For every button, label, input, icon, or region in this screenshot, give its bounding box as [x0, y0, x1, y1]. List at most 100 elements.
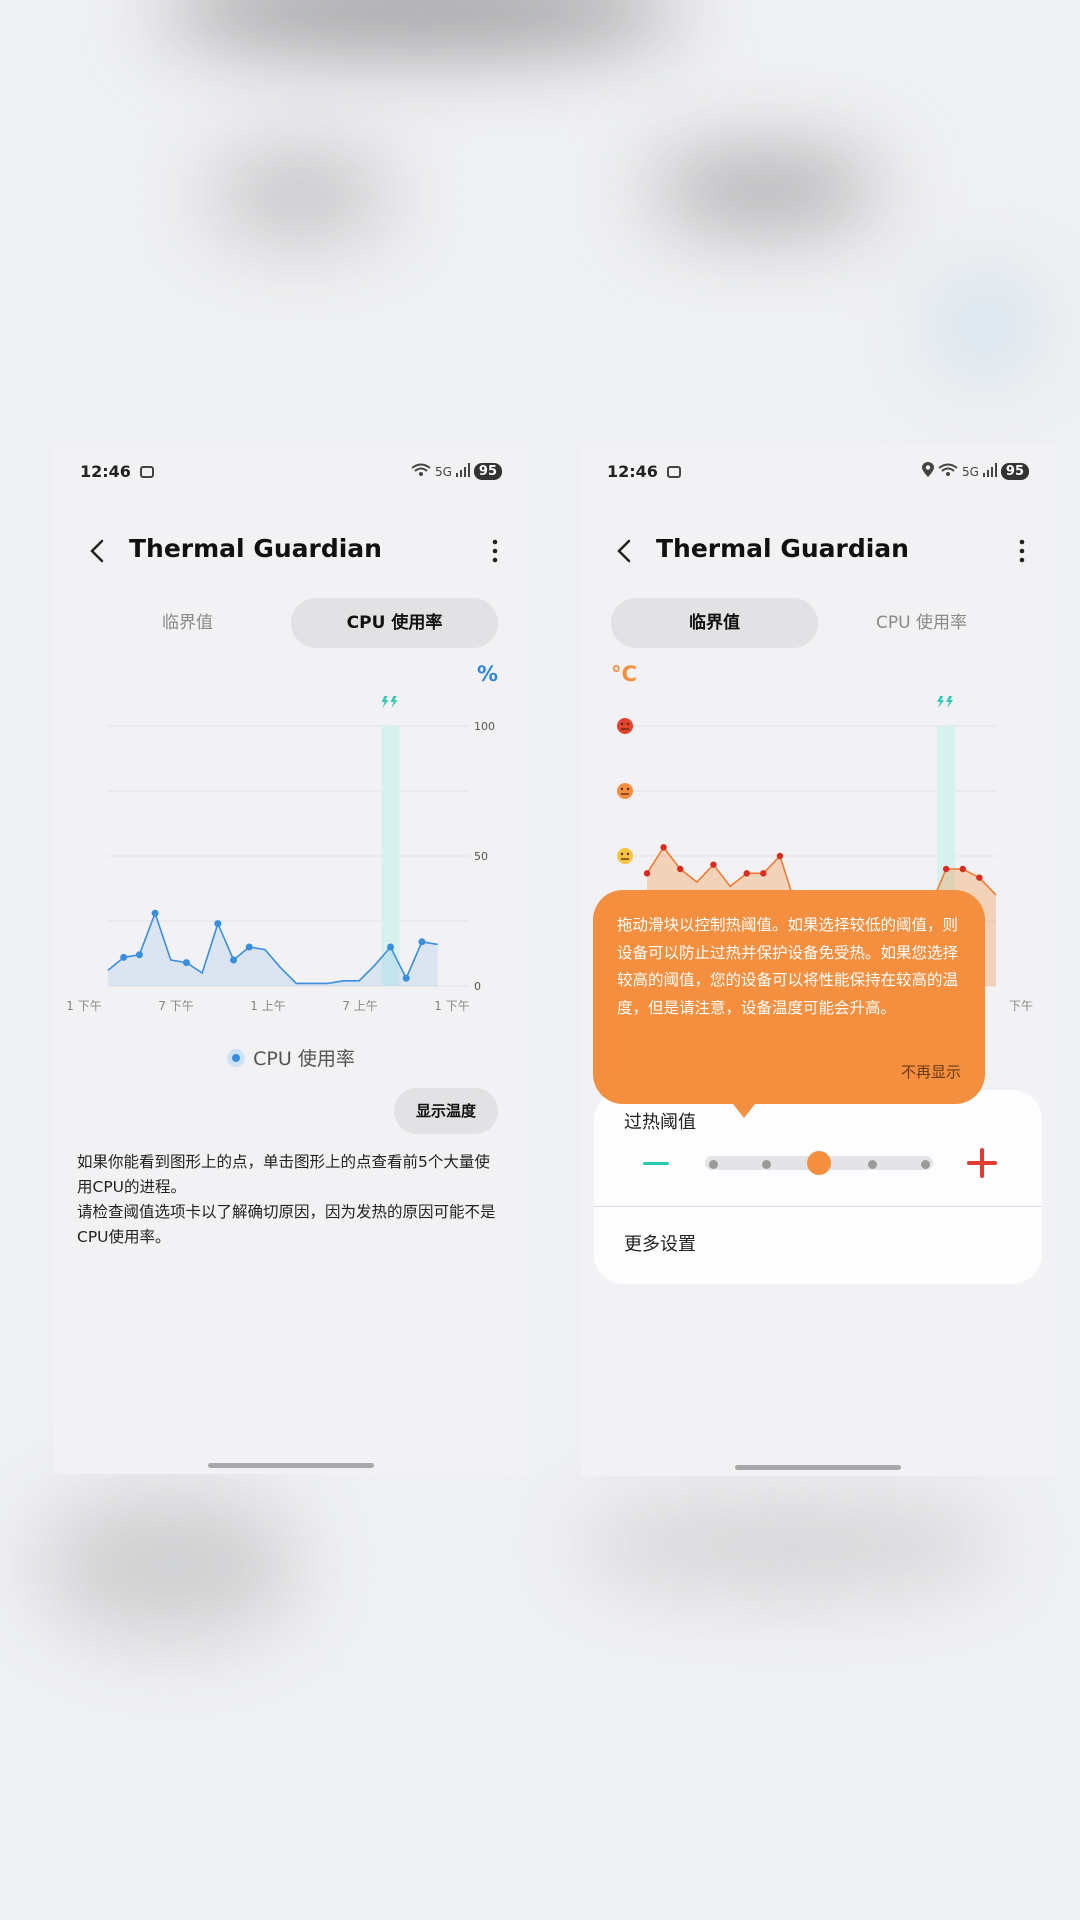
- divider: [594, 1206, 1042, 1207]
- y-tick-label: 0: [474, 980, 481, 993]
- slider-step: [921, 1160, 930, 1169]
- data-point: [776, 852, 784, 860]
- data-point: [214, 920, 222, 928]
- data-point: [182, 959, 190, 967]
- cpu-usage-chart[interactable]: 100 50 0 1 下午 7 下午 1 上午 7 上午 1 下午: [54, 696, 528, 1026]
- data-point: [643, 870, 651, 877]
- screenshot-icon: [667, 466, 681, 478]
- status-bar: 12:46 5G 95: [80, 460, 502, 490]
- location-icon: [921, 462, 934, 481]
- hot-face-icon: [617, 718, 633, 734]
- x-tick-label: 7 下午: [158, 999, 193, 1013]
- tab-cpu-usage[interactable]: CPU 使用率: [291, 598, 498, 648]
- app-bar: Thermal Guardian: [54, 526, 528, 576]
- threshold-slider[interactable]: [705, 1151, 933, 1175]
- tab-threshold[interactable]: 临界值: [611, 598, 818, 648]
- decrease-threshold-button[interactable]: [643, 1162, 669, 1165]
- description-line: 请检查阈值选项卡以了解确切原因，因为发热的原因可能不是CPU使用率。: [77, 1203, 496, 1246]
- spark-icon: [390, 696, 398, 708]
- chart-unit: °C: [611, 662, 637, 686]
- x-tick-label: 下午: [1009, 999, 1033, 1013]
- data-point: [942, 865, 950, 873]
- data-point: [135, 951, 143, 959]
- screenshot-icon: [140, 466, 154, 478]
- description-line: 如果你能看到图形上的点，单击图形上的点查看前5个大量使用CPU的进程。: [77, 1153, 490, 1196]
- app-bar: Thermal Guardian: [581, 526, 1055, 576]
- tab-threshold[interactable]: 临界值: [84, 598, 291, 648]
- hot-face-icon-eye: [620, 722, 624, 726]
- back-arrow-icon[interactable]: [611, 536, 639, 566]
- description: 如果你能看到图形上的点，单击图形上的点查看前5个大量使用CPU的进程。 请检查阈…: [77, 1150, 502, 1250]
- tooltip-tail: [733, 1104, 755, 1118]
- spark-icon: [937, 696, 945, 708]
- back-arrow-icon[interactable]: [84, 536, 112, 566]
- signal-icon: [455, 462, 470, 481]
- sad-face-icon-eye: [620, 787, 624, 791]
- slider-thumb[interactable]: [807, 1151, 831, 1175]
- battery-level: 95: [473, 463, 502, 480]
- spark-icon: [381, 696, 389, 708]
- slider-step: [762, 1160, 771, 1169]
- data-point: [976, 874, 983, 881]
- neutral-face-icon-eye: [626, 852, 630, 856]
- show-temperature-button[interactable]: 显示温度: [394, 1088, 498, 1134]
- gesture-bar[interactable]: [735, 1465, 901, 1470]
- spark-icon: [946, 696, 954, 708]
- phone-screen-threshold: 12:46 5G 95 Thermal Guardian 临界值 CPU 使用率…: [581, 446, 1055, 1476]
- status-time: 12:46: [607, 462, 658, 481]
- network-type: 5G: [434, 464, 452, 479]
- legend-marker: [227, 1049, 246, 1067]
- phone-screen-cpu: 12:46 5G 95 Thermal Guardian 临界值 CPU 使用率…: [54, 446, 528, 1474]
- tab-cpu-usage[interactable]: CPU 使用率: [818, 598, 1025, 648]
- tab-bar: 临界值 CPU 使用率: [611, 598, 1025, 648]
- page-title: Thermal Guardian: [129, 534, 382, 563]
- tab-bar: 临界值 CPU 使用率: [84, 598, 498, 648]
- y-tick-label: 100: [474, 720, 495, 733]
- x-tick-label: 1 下午: [434, 999, 469, 1013]
- x-tick-label: 1 上午: [250, 999, 285, 1013]
- dont-show-again-button[interactable]: 不再显示: [901, 1061, 961, 1082]
- y-tick-label: 50: [474, 850, 488, 863]
- neutral-face-icon-eye: [620, 852, 624, 856]
- data-point: [387, 943, 395, 951]
- increase-threshold-button[interactable]: [967, 1148, 997, 1178]
- more-vert-icon[interactable]: [1017, 536, 1027, 566]
- data-point: [677, 865, 684, 873]
- hint-tooltip: 拖动滑块以控制热阈值。如果选择较低的阈值，则设备可以防止过热并保护设备免受热。如…: [593, 890, 985, 1118]
- status-time: 12:46: [80, 462, 131, 481]
- chart-unit: %: [476, 662, 498, 686]
- threshold-label: 过热阈值: [624, 1112, 696, 1133]
- data-point: [402, 974, 410, 982]
- battery-level: 95: [1000, 463, 1029, 480]
- neutral-face-icon: [617, 848, 633, 864]
- data-point: [120, 953, 128, 961]
- signal-icon: [982, 462, 997, 481]
- chart-legend: CPU 使用率: [54, 1044, 528, 1071]
- data-point: [230, 956, 238, 964]
- sad-face-icon: [617, 783, 633, 799]
- network-type: 5G: [961, 464, 979, 479]
- sad-face-icon-eye: [626, 787, 630, 791]
- legend-label: CPU 使用率: [253, 1048, 355, 1070]
- slider-step: [709, 1160, 718, 1169]
- tooltip-text: 拖动滑块以控制热阈值。如果选择较低的阈值，则设备可以防止过热并保护设备免受热。如…: [617, 916, 959, 1017]
- page-title: Thermal Guardian: [656, 534, 909, 563]
- data-point: [245, 943, 253, 951]
- wifi-icon: [938, 462, 958, 481]
- more-settings-item[interactable]: 更多设置: [624, 1230, 696, 1256]
- slider-step: [868, 1160, 877, 1169]
- data-point: [710, 861, 717, 868]
- data-point: [959, 865, 966, 873]
- more-vert-icon[interactable]: [490, 536, 500, 566]
- data-point: [660, 844, 667, 851]
- threshold-card: 过热阈值 更多设置: [594, 1090, 1042, 1284]
- data-point: [743, 870, 750, 877]
- x-tick-label: 1 下午: [66, 999, 101, 1013]
- x-tick-label: 7 上午: [342, 999, 377, 1013]
- status-bar: 12:46 5G 95: [607, 460, 1029, 490]
- gesture-bar[interactable]: [208, 1463, 374, 1468]
- hot-face-icon-eye: [626, 722, 630, 726]
- data-point: [418, 938, 426, 946]
- data-point: [760, 870, 767, 877]
- data-point: [151, 909, 159, 917]
